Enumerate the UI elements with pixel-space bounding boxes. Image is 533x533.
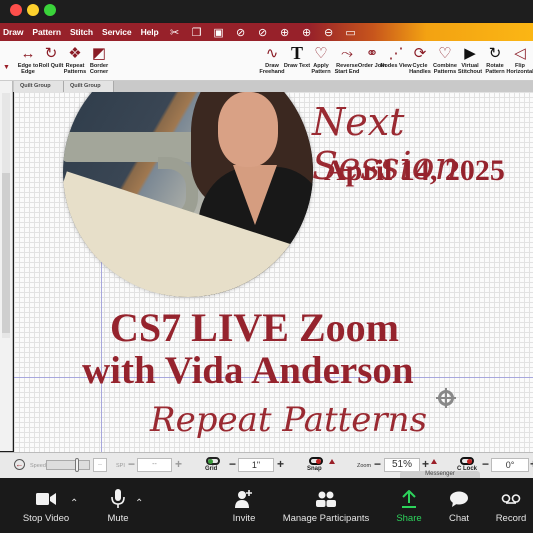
video-camera-icon bbox=[18, 488, 74, 510]
back-arrow-icon[interactable]: ← bbox=[14, 459, 25, 470]
invite-button[interactable]: Invite bbox=[226, 488, 262, 524]
participants-icon bbox=[282, 488, 370, 510]
speed-value: -- bbox=[93, 458, 107, 472]
presenter-photo bbox=[63, 92, 313, 297]
window-titlebar bbox=[0, 0, 533, 22]
scissors-icon[interactable]: ✂ bbox=[168, 25, 182, 39]
tabs-row: Quilt Group Quilt Group bbox=[0, 81, 533, 92]
add-user-icon bbox=[226, 488, 262, 510]
ribbon-toolbar: ▼ ↔ Edge to Edge ↻ Roll Quilt ❖ Repeat Patt… bbox=[0, 41, 533, 81]
zoom-value-field[interactable]: 51% bbox=[384, 458, 420, 472]
zoom-out-icon[interactable]: ⊖ bbox=[322, 25, 336, 39]
zoom-decrease-button[interactable]: − bbox=[374, 457, 381, 471]
zoom-label: Zoom bbox=[357, 463, 372, 469]
spi-decrease-button[interactable]: − bbox=[128, 457, 135, 471]
speed-slider[interactable] bbox=[46, 458, 90, 472]
prohibit-icon[interactable]: ⊘ bbox=[234, 25, 248, 39]
angle-decrease-button[interactable]: − bbox=[482, 457, 489, 471]
flip-horizontal-icon: ◁ bbox=[514, 45, 526, 62]
copy-icon[interactable]: ❐ bbox=[190, 25, 204, 39]
manage-participants-button[interactable]: Manage Participants bbox=[282, 488, 370, 524]
snap-toggle[interactable] bbox=[309, 457, 323, 465]
grid-size-field[interactable]: 1" bbox=[238, 458, 274, 472]
session-date: April 14, 2025 bbox=[324, 154, 505, 187]
scrollbar-thumb[interactable] bbox=[2, 173, 10, 333]
prohibit-needle-icon[interactable]: ⊘ bbox=[256, 25, 270, 39]
grid-decrease-button[interactable]: − bbox=[229, 457, 236, 471]
zoom-meeting-controls: Stop Video ⌃ Mute ⌃ Invite Manage Partic… bbox=[0, 478, 533, 533]
menu-pattern[interactable]: Pattern bbox=[32, 27, 61, 37]
zoom-arrow-icon[interactable] bbox=[431, 459, 437, 464]
zoom-in-icon[interactable]: ⊕ bbox=[300, 25, 314, 39]
mute-button[interactable]: Mute bbox=[100, 488, 136, 524]
spi-label: SPI bbox=[116, 463, 125, 469]
crosshair-icon[interactable] bbox=[436, 388, 456, 408]
tab-quilt-group-2[interactable]: Quilt Group bbox=[64, 81, 114, 92]
close-window-button[interactable] bbox=[10, 4, 22, 16]
menu-help[interactable]: Help bbox=[141, 27, 159, 37]
design-canvas[interactable]: Next Session April 14, 2025 CS7 LIVE Zoo… bbox=[14, 92, 533, 452]
ribbon-dropdown-icon[interactable]: ▼ bbox=[3, 64, 10, 71]
video-options-caret-icon[interactable]: ⌃ bbox=[70, 498, 78, 509]
grid-increase-button[interactable]: + bbox=[277, 457, 284, 471]
spi-value-field[interactable]: -- bbox=[137, 458, 172, 472]
menu-service[interactable]: Service bbox=[102, 27, 132, 37]
menu-draw[interactable]: Draw bbox=[3, 27, 23, 37]
menu-stitch[interactable]: Stitch bbox=[70, 27, 93, 37]
paste-icon[interactable]: ▣ bbox=[212, 25, 226, 39]
grid-toggle[interactable] bbox=[206, 457, 220, 465]
share-button[interactable]: Share bbox=[392, 488, 426, 524]
maximize-window-button[interactable] bbox=[44, 4, 56, 16]
grid-label: Grid bbox=[205, 466, 218, 472]
left-panel bbox=[0, 81, 13, 451]
chat-button[interactable]: Chat bbox=[442, 488, 476, 524]
record-tape-icon bbox=[492, 488, 530, 510]
title-line-2: with Vida Anderson bbox=[82, 349, 414, 392]
zoom-increase-button[interactable]: + bbox=[422, 457, 429, 471]
spi-increase-button[interactable]: + bbox=[175, 457, 182, 471]
border-corner-icon: ◩ bbox=[91, 45, 107, 62]
speed-slider-handle[interactable] bbox=[75, 458, 79, 472]
subtitle-repeat-patterns: Repeat Patterns bbox=[150, 400, 428, 440]
tab-quilt-group-1[interactable]: Quilt Group bbox=[14, 81, 64, 92]
share-arrow-icon bbox=[392, 488, 426, 510]
audio-options-caret-icon[interactable]: ⌃ bbox=[135, 498, 143, 509]
tool-border-corner[interactable]: ◩ Border Corner bbox=[83, 43, 115, 75]
stop-video-button[interactable]: Stop Video bbox=[18, 488, 74, 524]
snap-arrow-icon[interactable] bbox=[329, 459, 335, 464]
tool-flip-horizontal[interactable]: ◁ Flip Horizontal bbox=[504, 43, 533, 75]
target-icon[interactable]: ⊕ bbox=[278, 25, 292, 39]
app-menubar: Draw Pattern Stitch Service Help ✂ ❐ ▣ ⊘… bbox=[0, 23, 533, 41]
snap-label: Snap bbox=[307, 466, 322, 472]
minimize-window-button[interactable] bbox=[27, 4, 39, 16]
chat-bubble-icon bbox=[442, 488, 476, 510]
title-line-1: CS7 LIVE Zoom bbox=[110, 305, 399, 350]
speed-label: Speed bbox=[30, 463, 46, 469]
monitor-icon[interactable]: ▭ bbox=[344, 25, 358, 39]
microphone-icon bbox=[100, 488, 136, 510]
record-button[interactable]: Record bbox=[492, 488, 530, 524]
clock-toggle[interactable] bbox=[460, 457, 474, 465]
angle-value-field[interactable]: 0° bbox=[491, 458, 529, 472]
